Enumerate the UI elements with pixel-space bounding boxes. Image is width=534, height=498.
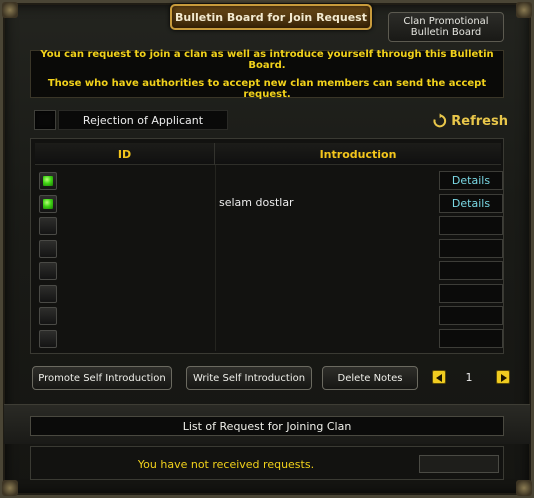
no-requests-message: You have not received requests. <box>137 457 315 471</box>
column-header-introduction: Introduction <box>319 147 397 161</box>
table-row[interactable] <box>35 327 503 349</box>
request-action-slot[interactable] <box>419 455 499 473</box>
notice-line-1: You can request to join a clan as well a… <box>40 48 494 71</box>
next-page-button[interactable] <box>496 370 510 384</box>
row-introduction: selam dostlar <box>219 195 294 209</box>
row-select-checkbox[interactable] <box>39 194 57 213</box>
row-details-button[interactable] <box>439 261 503 280</box>
notice-line-2: Those who have authorities to accept new… <box>47 77 487 100</box>
table-row[interactable] <box>35 237 503 259</box>
tab-promo-label-line1: Clan Promotional <box>403 16 489 27</box>
table-row[interactable]: Details <box>35 169 503 191</box>
row-details-button[interactable] <box>439 216 503 235</box>
row-select-checkbox[interactable] <box>39 172 57 190</box>
row-details-button[interactable] <box>439 328 503 348</box>
row-details-button[interactable] <box>439 306 503 325</box>
frame-corner <box>2 2 18 18</box>
refresh-button[interactable]: Refresh <box>432 110 508 132</box>
frame-corner <box>516 2 532 18</box>
tab-join-request-label: Bulletin Board for Join Request <box>175 10 367 24</box>
row-select-checkbox[interactable] <box>39 284 57 303</box>
table-row[interactable] <box>35 282 503 304</box>
table-row[interactable] <box>35 259 503 281</box>
request-list-title: List of Request for Joining Clan <box>30 416 504 436</box>
write-self-introduction-button[interactable]: Write Self Introduction <box>186 366 312 390</box>
list-header: ID Introduction <box>35 143 501 165</box>
refresh-label: Refresh <box>451 113 508 129</box>
rejection-checkbox[interactable] <box>34 110 56 130</box>
refresh-icon <box>433 113 447 128</box>
row-select-checkbox[interactable] <box>39 262 57 280</box>
applicant-list: ID Introduction Details selam dostlar Deta… <box>30 138 504 354</box>
tab-join-request-board[interactable]: Bulletin Board for Join Request <box>170 4 372 30</box>
row-select-checkbox[interactable] <box>39 307 57 325</box>
rejection-of-applicant-label: Rejection of Applicant <box>58 110 228 130</box>
row-select-checkbox[interactable] <box>39 239 57 258</box>
tab-promo-label-line2: Bulletin Board <box>410 27 482 38</box>
row-details-button[interactable]: Details <box>439 193 503 213</box>
table-row[interactable] <box>35 304 503 326</box>
request-list-panel: You have not received requests. <box>30 446 504 480</box>
row-select-checkbox[interactable] <box>39 217 57 235</box>
column-header-id: ID <box>35 143 215 165</box>
table-row[interactable] <box>35 214 503 236</box>
row-select-checkbox[interactable] <box>39 329 57 348</box>
table-row[interactable]: selam dostlar Details <box>35 192 503 214</box>
row-details-button[interactable]: Details <box>439 171 503 190</box>
tab-clan-promotional-board[interactable]: Clan Promotional Bulletin Board <box>388 12 504 42</box>
prev-page-button[interactable] <box>432 370 446 384</box>
row-details-button[interactable] <box>439 238 503 258</box>
promote-self-introduction-button[interactable]: Promote Self Introduction <box>32 366 172 390</box>
row-details-button[interactable] <box>439 283 503 303</box>
frame-corner <box>516 480 532 496</box>
delete-notes-button[interactable]: Delete Notes <box>322 366 418 390</box>
page-number: 1 <box>465 371 473 384</box>
frame-corner <box>2 480 18 496</box>
notice-box: You can request to join a clan as well a… <box>30 48 504 100</box>
